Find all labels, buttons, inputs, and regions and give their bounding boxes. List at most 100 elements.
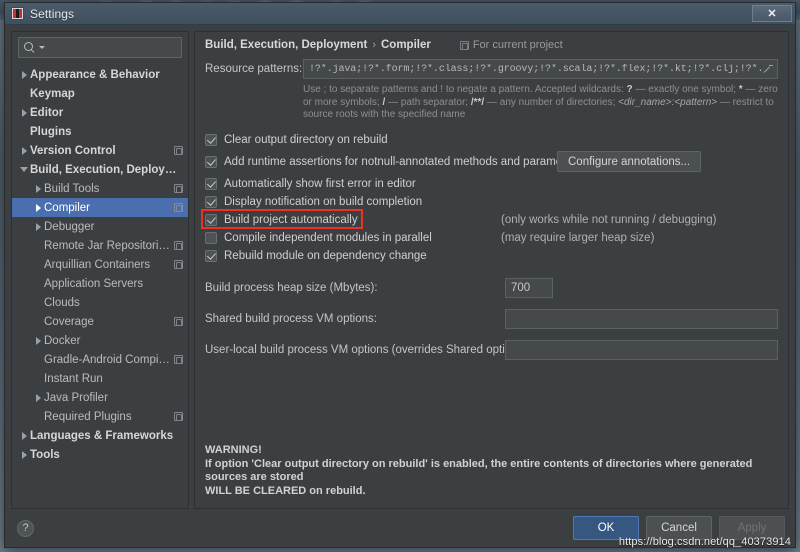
ok-button[interactable]: OK bbox=[573, 516, 639, 540]
compiler-options-list: Clear output directory on rebuild Add run… bbox=[201, 131, 778, 265]
chevron-right-icon bbox=[35, 184, 41, 193]
sidebar-item-appearance-behavior[interactable]: Appearance & Behavior bbox=[12, 65, 188, 84]
field-label: Build process heap size (Mbytes): bbox=[205, 281, 378, 294]
checkbox-compile-independent-modules-in-parallel[interactable] bbox=[205, 231, 217, 244]
sidebar-item-editor[interactable]: Editor bbox=[12, 103, 188, 122]
checkbox-row-display-notification-on-build-completion: Display notification on build completion bbox=[205, 193, 778, 211]
sidebar-item-label: Debugger bbox=[44, 220, 95, 233]
scope-label: For current project bbox=[472, 39, 563, 51]
chevron-right-icon bbox=[35, 336, 41, 345]
sidebar-item-label: Coverage bbox=[44, 315, 94, 328]
input-user-local-build-process-vm-options-overrides-shared-options[interactable] bbox=[505, 339, 778, 360]
settings-tree: Appearance & Behavior Keymap Editor Plugins… bbox=[12, 64, 188, 508]
tree-toggle[interactable] bbox=[18, 431, 30, 440]
tree-toggle[interactable] bbox=[18, 70, 30, 79]
dialog-footer: ? OK Cancel Apply https://blog.csdn.net/… bbox=[5, 509, 795, 548]
configure-annotations-button[interactable]: Configure annotations... bbox=[557, 151, 702, 172]
resource-patterns-input[interactable] bbox=[309, 63, 761, 75]
close-icon[interactable]: ✕ bbox=[752, 5, 792, 22]
tree-toggle[interactable] bbox=[18, 450, 30, 459]
chevron-right-icon bbox=[35, 203, 41, 212]
tree-toggle[interactable] bbox=[18, 167, 30, 172]
sidebar-item-label: Arquillian Containers bbox=[44, 258, 151, 271]
warning-line-1: WARNING! bbox=[205, 444, 262, 456]
chevron-right-icon bbox=[35, 393, 41, 402]
checkbox-build-project-automatically[interactable] bbox=[205, 213, 217, 226]
tree-toggle[interactable] bbox=[18, 108, 30, 117]
sidebar-item-coverage[interactable]: Coverage bbox=[12, 312, 188, 331]
sidebar-item-label: Languages & Frameworks bbox=[30, 429, 174, 442]
sidebar-item-label: Appearance & Behavior bbox=[30, 68, 160, 81]
checkbox-rebuild-module-on-dependency-change[interactable] bbox=[205, 249, 217, 262]
sidebar-item-label: Build Tools bbox=[44, 182, 100, 195]
sidebar-item-debugger[interactable]: Debugger bbox=[12, 217, 188, 236]
sidebar-item-build-execution-deployment[interactable]: Build, Execution, Deployment bbox=[12, 160, 188, 179]
sidebar-item-plugins[interactable]: Plugins bbox=[12, 122, 188, 141]
sidebar-item-arquillian-containers[interactable]: Arquillian Containers bbox=[12, 255, 188, 274]
settings-sidebar: Appearance & Behavior Keymap Editor Plugins… bbox=[11, 31, 189, 509]
hint-part-4: — path separator; bbox=[385, 96, 471, 108]
scope-indicator: For current project bbox=[459, 39, 563, 51]
search-wrapper bbox=[12, 32, 188, 64]
breadcrumb-root[interactable]: Build, Execution, Deployment bbox=[205, 39, 367, 51]
tree-toggle[interactable] bbox=[32, 393, 44, 402]
checkbox-add-runtime-assertions-for-notnull-annotated-methods-and-parameters[interactable] bbox=[205, 155, 217, 168]
build-process-fields: Build process heap size (Mbytes): Shared … bbox=[205, 277, 778, 360]
sidebar-item-label: Required Plugins bbox=[44, 410, 132, 423]
checkbox-clear-output-directory-on-rebuild[interactable] bbox=[205, 133, 217, 146]
sidebar-item-version-control[interactable]: Version Control bbox=[12, 141, 188, 160]
sidebar-item-clouds[interactable]: Clouds bbox=[12, 293, 188, 312]
apply-button[interactable]: Apply bbox=[719, 516, 785, 540]
checkbox-row-clear-output-directory-on-rebuild: Clear output directory on rebuild bbox=[205, 131, 778, 149]
checkbox-label: Clear output directory on rebuild bbox=[224, 133, 388, 146]
sidebar-item-instant-run[interactable]: Instant Run bbox=[12, 369, 188, 388]
help-icon[interactable]: ? bbox=[17, 519, 34, 537]
chevron-down-icon[interactable] bbox=[39, 46, 45, 49]
input-shared-build-process-vm-options[interactable] bbox=[505, 308, 778, 329]
chevron-right-icon bbox=[21, 108, 27, 117]
cancel-button[interactable]: Cancel bbox=[646, 516, 712, 540]
sidebar-item-remote-jar-repositories[interactable]: Remote Jar Repositories bbox=[12, 236, 188, 255]
dialog-body: Appearance & Behavior Keymap Editor Plugins… bbox=[5, 25, 795, 509]
tree-toggle[interactable] bbox=[18, 146, 30, 155]
sidebar-item-required-plugins[interactable]: Required Plugins bbox=[12, 407, 188, 426]
resource-patterns-field[interactable] bbox=[303, 59, 778, 79]
sidebar-item-gradle-android-compiler[interactable]: Gradle-Android Compiler bbox=[12, 350, 188, 369]
sidebar-item-application-servers[interactable]: Application Servers bbox=[12, 274, 188, 293]
breadcrumb-leaf: Compiler bbox=[380, 39, 431, 51]
chevron-right-icon bbox=[21, 450, 27, 459]
tree-toggle[interactable] bbox=[32, 336, 44, 345]
checkbox-row-automatically-show-first-error-in-editor: Automatically show first error in editor bbox=[205, 175, 778, 193]
tree-toggle[interactable] bbox=[32, 184, 44, 193]
checkbox-display-notification-on-build-completion[interactable] bbox=[205, 195, 217, 208]
sidebar-item-label: Version Control bbox=[30, 144, 116, 157]
sidebar-item-label: Remote Jar Repositories bbox=[44, 239, 170, 252]
breadcrumb-separator: › bbox=[372, 39, 376, 51]
sidebar-item-docker[interactable]: Docker bbox=[12, 331, 188, 350]
project-scope-icon bbox=[174, 355, 183, 364]
sidebar-item-label: Application Servers bbox=[44, 277, 144, 290]
sidebar-item-build-tools[interactable]: Build Tools bbox=[12, 179, 188, 198]
intellij-idea-icon bbox=[11, 7, 24, 20]
breadcrumb: Build, Execution, Deployment › Compiler … bbox=[195, 32, 788, 57]
sidebar-item-java-profiler[interactable]: Java Profiler bbox=[12, 388, 188, 407]
field-label: Shared build process VM options: bbox=[205, 312, 377, 325]
input-build-process-heap-size-mbytes[interactable] bbox=[505, 277, 553, 298]
project-scope-icon bbox=[174, 146, 183, 155]
checkbox-automatically-show-first-error-in-editor[interactable] bbox=[205, 177, 217, 190]
tree-toggle[interactable] bbox=[32, 222, 44, 231]
sidebar-item-languages-frameworks[interactable]: Languages & Frameworks bbox=[12, 426, 188, 445]
sidebar-item-tools[interactable]: Tools bbox=[12, 445, 188, 464]
tree-toggle[interactable] bbox=[32, 203, 44, 212]
checkbox-note: (only works while not running / debuggin… bbox=[501, 213, 717, 226]
dialog-title: Settings bbox=[30, 6, 75, 21]
sidebar-item-keymap[interactable]: Keymap bbox=[12, 84, 188, 103]
resource-patterns-row: Resource patterns: bbox=[205, 59, 778, 79]
search-icon bbox=[24, 42, 35, 53]
sidebar-item-label: Compiler bbox=[44, 201, 91, 214]
expand-arrow-icon[interactable] bbox=[764, 65, 773, 74]
project-scope-icon bbox=[174, 184, 183, 193]
sidebar-item-compiler[interactable]: Compiler bbox=[12, 198, 188, 217]
search-input[interactable] bbox=[18, 37, 182, 58]
project-scope-icon bbox=[174, 260, 183, 269]
